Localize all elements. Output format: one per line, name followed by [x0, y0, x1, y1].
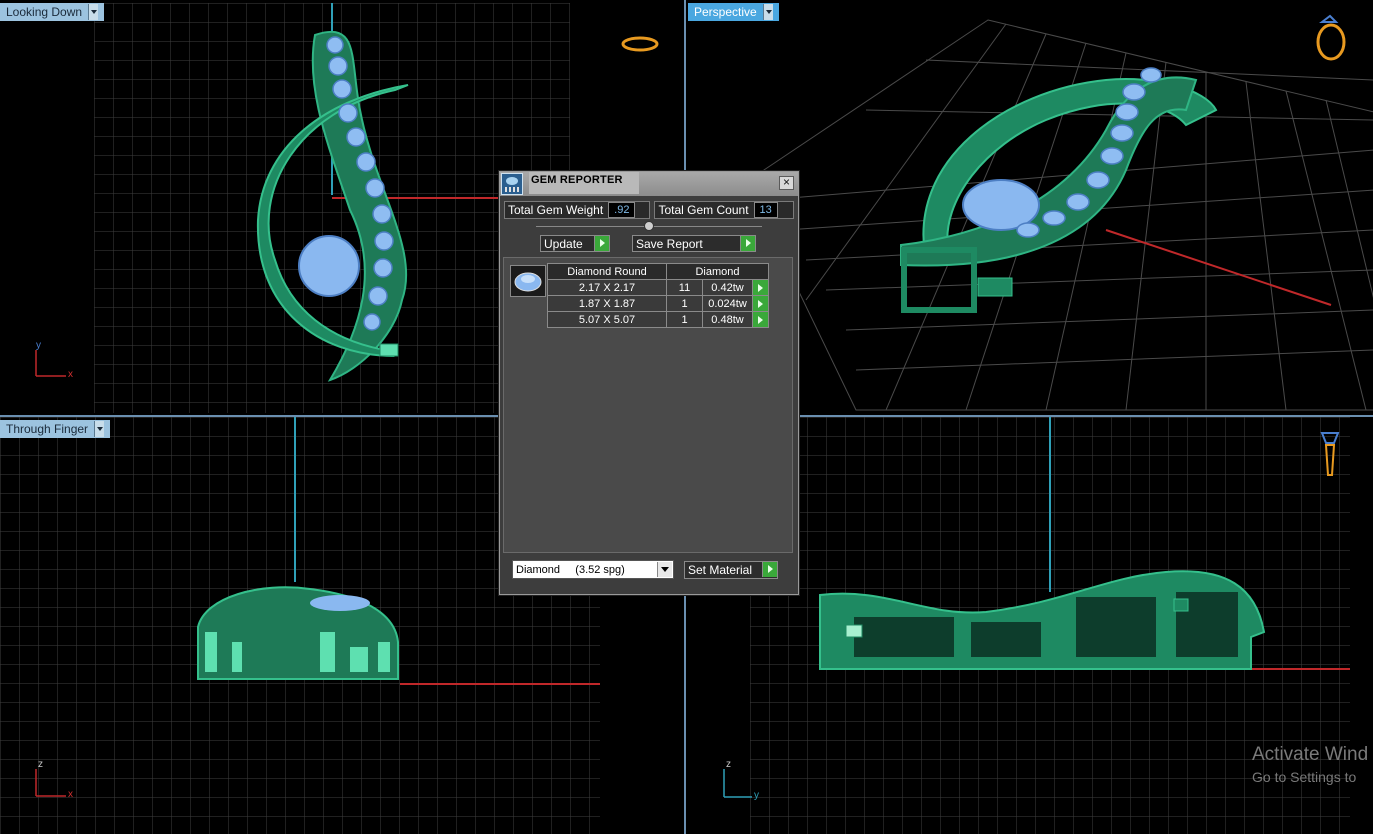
gem-weight: 0.024tw [702, 295, 753, 312]
material-row: Diamond (3.52 spg) Set Material [512, 560, 778, 579]
axis-z-label: z [38, 759, 43, 770]
select-row-arrow-icon[interactable] [752, 295, 769, 312]
chevron-down-icon[interactable] [94, 421, 105, 437]
axis-x-label: x [68, 789, 73, 800]
gem-count: 11 [666, 279, 703, 296]
header-shape: Diamond Round [547, 263, 667, 280]
material-select-value: Diamond (3.52 spg) [516, 563, 625, 576]
gem-count: 1 [666, 311, 703, 328]
gem-table-header: Diamond Round Diamond [547, 263, 769, 280]
gem-reporter-icon [501, 173, 523, 195]
table-row[interactable]: 5.07 X 5.07 1 0.48tw [547, 311, 769, 328]
axis-x-label: x [68, 369, 73, 380]
gem-size: 2.17 X 2.17 [547, 279, 667, 296]
total-gem-count-value: 13 [753, 202, 778, 218]
gem-reporter-dialog[interactable]: GEM REPORTER × Total Gem Weight .92 Tota… [499, 171, 799, 595]
save-report-button-label: Save Report [636, 236, 703, 251]
select-row-arrow-icon[interactable] [752, 279, 769, 296]
header-material: Diamond [666, 263, 769, 280]
total-gem-count: Total Gem Count 13 [654, 201, 794, 219]
axis-z-label: z [726, 759, 731, 770]
activation-watermark: Activate Wind Go to Settings to [1252, 744, 1368, 788]
splitter[interactable] [536, 221, 762, 231]
viewport-label-perspective[interactable]: Perspective [688, 3, 779, 21]
chevron-down-icon[interactable] [657, 562, 672, 577]
material-select[interactable]: Diamond (3.52 spg) [512, 560, 674, 579]
viewport-label-looking-down[interactable]: Looking Down [0, 3, 105, 21]
gem-size: 1.87 X 1.87 [547, 295, 667, 312]
table-row[interactable]: 2.17 X 2.17 11 0.42tw [547, 279, 769, 296]
save-report-button[interactable]: Save Report [632, 235, 756, 252]
play-arrow-icon [762, 562, 777, 577]
table-row[interactable]: 1.87 X 1.87 1 0.024tw [547, 295, 769, 312]
set-material-button-label: Set Material [688, 562, 753, 577]
totals-row: Total Gem Weight .92 Total Gem Count 13 [504, 201, 794, 219]
update-button[interactable]: Update [540, 235, 610, 252]
gem-weight: 0.48tw [702, 311, 753, 328]
watermark-line-1: Activate Wind [1252, 744, 1369, 765]
play-arrow-icon [594, 236, 609, 251]
total-gem-weight: Total Gem Weight .92 [504, 201, 651, 219]
gem-list-panel: Diamond Round Diamond 2.17 X 2.17 11 0.4… [503, 257, 793, 553]
viewport-label-text: Looking Down [6, 5, 83, 19]
viewport-label-text: Through Finger [6, 422, 89, 436]
chevron-down-icon[interactable] [88, 4, 99, 20]
total-gem-count-label: Total Gem Count [658, 203, 749, 217]
chevron-down-icon[interactable] [762, 4, 773, 20]
watermark-line-2: Go to Settings to [1252, 769, 1357, 785]
set-material-button[interactable]: Set Material [684, 560, 778, 579]
viewport-label-through-finger[interactable]: Through Finger [0, 420, 111, 438]
gem-size: 5.07 X 5.07 [547, 311, 667, 328]
splitter-handle[interactable] [644, 221, 654, 231]
axis-y-label: y [36, 340, 41, 351]
dialog-title: GEM REPORTER [529, 172, 639, 194]
axis-y-label: y [754, 790, 759, 801]
viewport-label-text: Perspective [694, 5, 757, 19]
gem-count: 1 [666, 295, 703, 312]
gem-weight: 0.42tw [702, 279, 753, 296]
total-gem-weight-label: Total Gem Weight [508, 203, 604, 217]
select-row-arrow-icon[interactable] [752, 311, 769, 328]
total-gem-weight-value: .92 [608, 202, 636, 218]
update-button-label: Update [544, 236, 583, 251]
action-buttons: Update Save Report [540, 235, 756, 252]
gem-table: Diamond Round Diamond 2.17 X 2.17 11 0.4… [547, 263, 769, 328]
play-arrow-icon [740, 236, 755, 251]
diamond-round-icon[interactable] [510, 265, 546, 297]
dialog-titlebar[interactable]: GEM REPORTER × [500, 172, 798, 196]
close-button[interactable]: × [779, 176, 794, 190]
